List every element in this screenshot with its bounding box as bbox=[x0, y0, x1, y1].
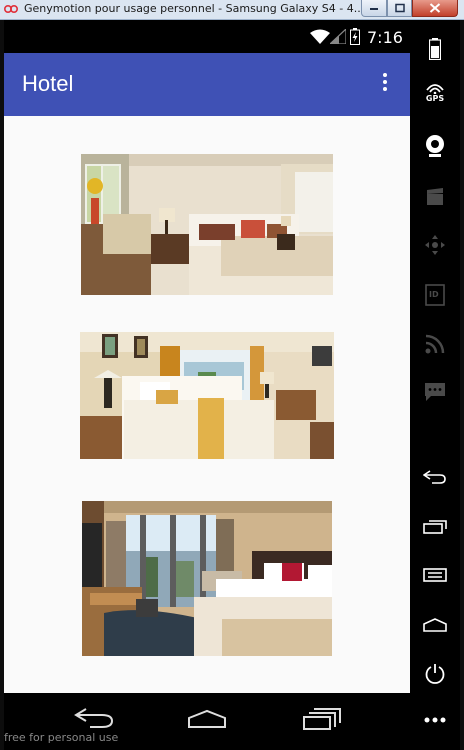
side-power-button[interactable] bbox=[410, 663, 460, 685]
hotel-room-image-2[interactable] bbox=[80, 332, 334, 459]
app-bar: Hotel bbox=[4, 53, 410, 116]
battery-control[interactable] bbox=[410, 38, 460, 60]
id-label: ID bbox=[429, 290, 439, 299]
back-icon bbox=[423, 470, 446, 484]
minimize-icon bbox=[370, 8, 378, 10]
signal-icon bbox=[330, 29, 346, 44]
overflow-menu-icon[interactable] bbox=[380, 73, 390, 97]
webcam-icon bbox=[426, 135, 444, 157]
minimize-button[interactable] bbox=[361, 0, 387, 17]
network-control[interactable] bbox=[410, 334, 460, 354]
chat-bubble-icon bbox=[425, 383, 445, 401]
side-home-button[interactable] bbox=[410, 618, 460, 632]
app-title: Hotel bbox=[22, 71, 74, 96]
webcam-control[interactable] bbox=[410, 134, 460, 158]
device-screen: 7:16 Hotel GPS ID free for personal use bbox=[4, 20, 460, 750]
device-id-control[interactable]: ID bbox=[410, 284, 460, 306]
recent-apps-icon[interactable] bbox=[302, 707, 342, 731]
hotel-room-image-3[interactable] bbox=[82, 501, 332, 656]
side-more-button[interactable] bbox=[410, 717, 460, 723]
battery-icon bbox=[429, 38, 441, 60]
power-icon bbox=[425, 664, 445, 684]
maximize-button[interactable] bbox=[387, 0, 412, 17]
hotel-room-image-1[interactable] bbox=[81, 154, 333, 295]
back-icon[interactable] bbox=[74, 705, 114, 729]
gps-label: GPS bbox=[425, 94, 445, 103]
status-time: 7:16 bbox=[367, 28, 403, 47]
emulator-side-panel: GPS ID bbox=[410, 20, 460, 750]
sms-control[interactable] bbox=[410, 382, 460, 402]
side-menu-button[interactable] bbox=[410, 568, 460, 582]
home-icon bbox=[423, 618, 447, 632]
wifi-icon bbox=[310, 29, 330, 44]
watermark-text: free for personal use bbox=[4, 731, 119, 744]
screencast-control[interactable] bbox=[410, 188, 460, 206]
status-bar: 7:16 bbox=[4, 20, 410, 53]
close-icon bbox=[429, 3, 441, 13]
side-back-button[interactable] bbox=[410, 470, 460, 484]
gps-control[interactable]: GPS bbox=[410, 82, 460, 103]
maximize-icon bbox=[394, 3, 405, 13]
genymotion-logo-icon bbox=[4, 5, 18, 13]
remote-control[interactable] bbox=[410, 234, 460, 256]
rss-icon bbox=[425, 334, 445, 354]
home-icon[interactable] bbox=[187, 709, 227, 729]
clapperboard-icon bbox=[427, 188, 443, 205]
close-button[interactable] bbox=[412, 0, 458, 17]
battery-charging-icon bbox=[350, 28, 360, 45]
recent-apps-icon bbox=[423, 520, 447, 534]
side-recent-apps-button[interactable] bbox=[410, 520, 460, 534]
more-horizontal-icon bbox=[424, 717, 446, 723]
window-title: Genymotion pour usage personnel - Samsun… bbox=[24, 2, 368, 15]
image-list bbox=[4, 116, 410, 693]
menu-icon bbox=[423, 568, 447, 582]
gps-icon bbox=[426, 84, 444, 94]
window-title-bar: Genymotion pour usage personnel - Samsun… bbox=[0, 0, 464, 20]
dpad-icon bbox=[425, 235, 445, 255]
